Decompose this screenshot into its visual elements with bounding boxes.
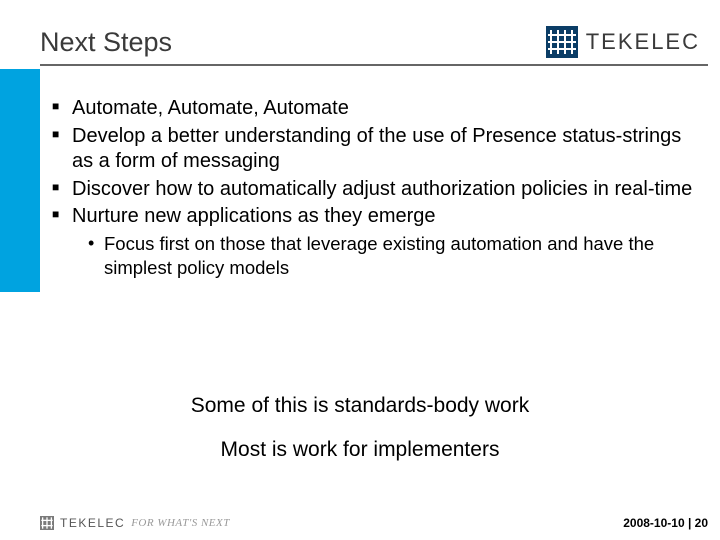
sub-bullet-list: Focus first on those that leverage exist… <box>72 232 700 279</box>
bullet-text: Discover how to automatically adjust aut… <box>72 178 692 200</box>
sub-bullet-text: Focus first on those that leverage exist… <box>104 233 654 278</box>
footer-brand-name: TEKELEC <box>60 516 125 530</box>
accent-bar <box>0 69 40 292</box>
list-item: Nurture new applications as they emerge … <box>52 204 700 279</box>
closing-line-1: Some of this is standards-body work <box>0 394 720 418</box>
brand: TEKELEC <box>546 26 700 58</box>
page-title: Next Steps <box>40 27 172 58</box>
content: Automate, Automate, Automate Develop a b… <box>52 96 700 281</box>
footer: TEKELEC FOR WHAT'S NEXT 2008-10-10 | 20 <box>40 516 708 530</box>
slide: Next Steps TEKELEC Automate, Automate, A… <box>0 0 720 540</box>
list-item: Focus first on those that leverage exist… <box>72 232 700 279</box>
bullet-text: Nurture new applications as they emerge <box>72 205 436 227</box>
header-divider <box>40 64 708 66</box>
list-item: Develop a better understanding of the us… <box>52 124 700 175</box>
bullet-list: Automate, Automate, Automate Develop a b… <box>52 96 700 279</box>
closing-line-2: Most is work for implementers <box>0 438 720 462</box>
tekelec-logo-icon <box>546 26 578 58</box>
footer-tagline: FOR WHAT'S NEXT <box>131 517 230 529</box>
footer-brand: TEKELEC FOR WHAT'S NEXT <box>40 516 230 530</box>
tekelec-logo-icon <box>40 516 54 530</box>
footer-date-page: 2008-10-10 | 20 <box>623 516 708 530</box>
bullet-text: Automate, Automate, Automate <box>72 97 349 119</box>
list-item: Automate, Automate, Automate <box>52 96 700 122</box>
brand-name: TEKELEC <box>586 29 700 55</box>
header: Next Steps TEKELEC <box>40 18 700 66</box>
bullet-text: Develop a better understanding of the us… <box>72 125 681 173</box>
list-item: Discover how to automatically adjust aut… <box>52 177 700 203</box>
